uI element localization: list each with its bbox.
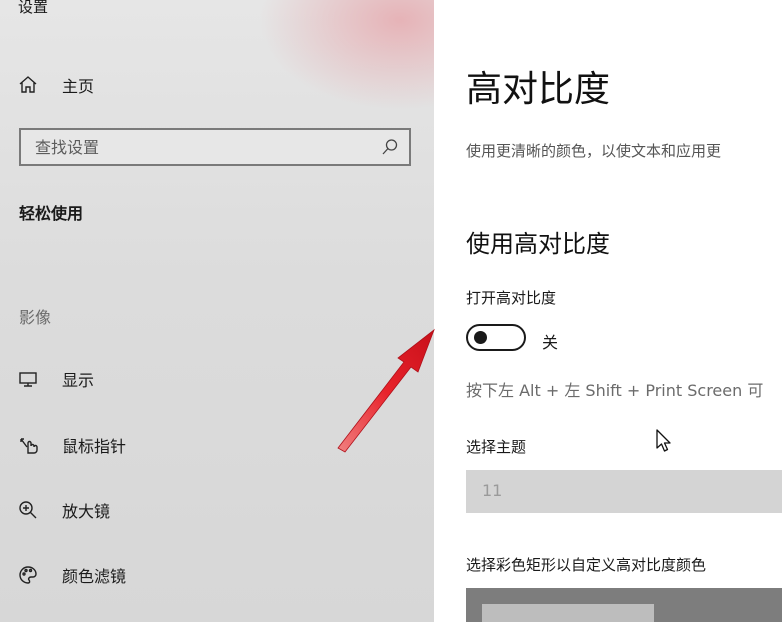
sidebar-item-home[interactable]: 主页 [18,70,94,100]
high-contrast-toggle[interactable] [466,324,526,351]
page-description: 使用更清晰的颜色，以使文本和应用更 [466,142,722,160]
mouse-pointer-icon [18,434,44,456]
group-label: 影像 [19,308,52,327]
sidebar-item-color-filters[interactable]: 颜色滤镜 [18,560,126,590]
sidebar-item-label: 鼠标指针 [62,437,127,456]
monitor-icon [18,368,44,390]
toggle-state-text: 关 [542,333,559,352]
home-icon [18,74,44,96]
search-field[interactable] [19,128,411,166]
theme-label: 选择主题 [466,438,527,456]
mouse-cursor-icon [655,428,673,458]
sidebar-item-magnifier[interactable]: 放大镜 [18,495,110,525]
color-label: 选择彩色矩形以自定义高对比度颜色 [466,556,707,574]
sidebar: 设置 主页 轻松使用 影像 显示 鼠标指针 放大镜 颜色滤 [0,0,434,622]
theme-select[interactable]: 11 [466,470,782,513]
sidebar-item-label: 显示 [62,371,95,390]
category-heading: 轻松使用 [19,204,84,223]
shortcut-hint: 按下左 Alt + 左 Shift + Print Screen 可 [466,381,764,400]
magnifier-icon [18,499,44,521]
section-title: 使用高对比度 [466,230,610,258]
search-icon[interactable] [381,138,399,160]
sidebar-item-label: 放大镜 [62,502,111,521]
color-preview-panel [466,588,782,622]
sidebar-item-mouse-pointer[interactable]: 鼠标指针 [18,430,126,460]
app-title: 设置 [18,0,49,16]
palette-icon [18,564,44,586]
sidebar-item-display[interactable]: 显示 [18,364,94,394]
toggle-knob [474,331,487,344]
toggle-label: 打开高对比度 [466,289,557,307]
main-content: 高对比度 使用更清晰的颜色，以使文本和应用更 使用高对比度 打开高对比度 关 按… [434,0,782,622]
sidebar-item-label: 主页 [62,77,95,96]
search-input[interactable] [35,137,375,157]
page-title: 高对比度 [466,69,611,110]
color-swatch[interactable] [482,604,654,622]
sidebar-item-label: 颜色滤镜 [62,567,127,586]
